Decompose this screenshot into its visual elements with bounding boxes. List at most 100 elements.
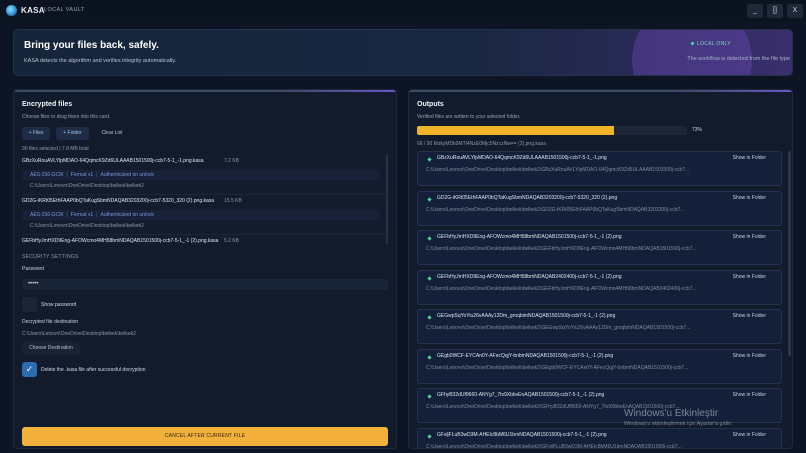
list-item[interactable]: GD2G-iKRt05EthFAAP0bQTaKugSbmNDAQAB32032… <box>417 190 782 226</box>
delete-after-checkbox[interactable]: ✓ <box>22 362 37 377</box>
destination-label: Decrypted file destination <box>22 319 79 325</box>
show-in-folder-button[interactable]: Show in Folder <box>733 234 766 240</box>
list-item[interactable]: GEFbHyJmHXD9Eng-AFOWcmo4MH58bmNDAQAB2402… <box>417 269 782 305</box>
output-file-path: C:\Users\Lenovo\OneDrive\Desktop\belkek\… <box>426 325 691 331</box>
file-size: 7.2 KB <box>224 158 240 164</box>
output-list[interactable]: GBzXuRouAVLYlpMDAO-64QqmcK9Zd6ULAAAB1501… <box>417 151 782 449</box>
encrypted-files-title: Encrypted files <box>22 101 73 108</box>
file-size: 15.5 KB <box>224 198 242 204</box>
list-item[interactable]: GEGwpSqYoYiu26vAAAy12Dm_groqbimNDAQAB150… <box>417 309 782 344</box>
hero-subtitle: KASA detects the algorithm and verifies … <box>24 58 177 64</box>
local-only-badge: LOCAL ONLY <box>691 41 731 47</box>
watermark-title: Windows'u Etkinleştir <box>624 408 719 419</box>
file-meta: AES-256-GCM | Format v1 | Authenticated on u… <box>22 170 380 180</box>
show-password-label: Show password <box>41 302 77 308</box>
list-item[interactable]: GEFbHyJmHXD9Eng-AFOWcmo4MH58bmNDAQAB1501… <box>417 230 782 265</box>
show-in-folder-button[interactable]: Show in Folder <box>733 432 766 438</box>
show-in-folder-button[interactable]: Show in Folder <box>733 155 766 161</box>
hero-glow <box>632 30 752 75</box>
security-settings-label: SECURITY SETTINGS <box>22 254 79 260</box>
output-file-path: C:\Users\Lenovo\OneDrive\Desktop\belkek\… <box>426 206 685 213</box>
close-button[interactable]: X <box>787 4 803 18</box>
add-files-button[interactable]: + Files <box>22 127 50 140</box>
success-dot-icon <box>427 157 432 162</box>
algorithm-label: AES-256-GCM <box>30 212 64 218</box>
output-file-path: C:\Users\Lenovo\OneDrive\Desktop\belkek\… <box>426 285 697 292</box>
list-item[interactable]: GBzXuRouAVLYlpMDAO-64QqmcK9Zd6ULAAAB1501… <box>417 151 782 186</box>
file-path: C:\Users\Lenovo\OneDrive\Desktop\belkek\… <box>30 223 144 229</box>
file-meta: AES-256-GCM | Format v1 | Authenticated on u… <box>22 210 380 220</box>
choose-destination-button[interactable]: Choose Destination <box>22 342 80 355</box>
show-in-folder-button[interactable]: Show in Folder <box>733 313 766 319</box>
success-dot-icon <box>427 394 432 399</box>
outputs-panel: Outputs Verified files are written to yo… <box>408 89 793 449</box>
file-size: 5.2 KB <box>224 238 240 244</box>
output-file-path: C:\Users\Lenovo\OneDrive\Desktop\belkek\… <box>426 167 690 173</box>
output-file-name: GEFbHyJmHXD9Eng-AFOWcmo4MH58bmNDAQAB2402… <box>437 273 622 280</box>
list-item[interactable]: GEFbHyJmHXD9Eng-AFOWcmo4MH58bmNDAQAB1501… <box>22 235 386 244</box>
output-file-path: C:\Users\Lenovo\OneDrive\Desktop\belkek\… <box>426 443 682 449</box>
minimize-button[interactable]: _ <box>747 4 763 18</box>
output-file-name: GEFbHyJmHXD9Eng-AFOWcmo4MH58bmNDAQAB1501… <box>437 234 622 240</box>
app-logo-icon <box>6 5 17 16</box>
show-in-folder-button[interactable]: Show in Folder <box>733 195 766 201</box>
show-password-checkbox[interactable] <box>22 297 37 312</box>
app-subtitle: LOCAL VAULT <box>44 7 85 13</box>
file-name: GBzXuRouAVLYlpMDAO-64QqmcK9Zd6ULAAAB1501… <box>22 158 204 164</box>
encrypted-file-list[interactable]: GBzXuRouAVLYlpMDAO-64QqmcK9Zd6ULAAAB1501… <box>22 155 388 244</box>
destination-path: C:\Users\Lenovo\OneDrive\Desktop\belkek\… <box>22 331 136 337</box>
success-dot-icon <box>427 275 432 281</box>
maximize-button[interactable]: [] <box>767 4 783 18</box>
list-item[interactable]: GEgb0WCF-EYCAn0Y-AFecQqjY-bnbmNDAQAB1501… <box>417 348 782 384</box>
add-folder-button[interactable]: + Folder <box>56 127 89 140</box>
success-dot-icon <box>427 433 432 439</box>
auth-status: Authenticated on unlock <box>100 212 154 218</box>
encrypted-files-subtitle: Choose files or drag them into this card… <box>22 114 111 120</box>
output-file-path: C:\Users\Lenovo\OneDrive\Desktop\belkek\… <box>426 364 689 371</box>
progress-current-file: 66 / 90 MzkyMDk0MTI4NzE0Mjc5NzczNw== (2)… <box>417 141 546 147</box>
password-label: Password <box>22 266 44 272</box>
output-file-name: GBzXuRouAVLYlpMDAO-64QqmcK9Zd6ULAAAB1501… <box>437 155 607 161</box>
list-item[interactable]: GFsljFLuB3wD3M-AHEIc8bM6U1bmNDAQAB150150… <box>417 427 782 449</box>
algorithm-label: AES-256-GCM <box>30 172 64 178</box>
encrypted-files-panel: Encrypted files Choose files or drag the… <box>13 89 397 449</box>
show-in-folder-button[interactable]: Show in Folder <box>733 274 766 280</box>
progress-percent: 73% <box>692 127 703 133</box>
progress-bar <box>417 126 687 135</box>
cancel-after-current-button[interactable]: CANCEL AFTER CURRENT FILE <box>22 427 388 446</box>
hero-banner: Bring your files back, safely. KASA dete… <box>13 29 793 76</box>
show-in-folder-button[interactable]: Show in Folder <box>733 392 766 398</box>
output-file-name: GEGwpSqYoYiu26vAAAy12Dm_groqbimNDAQAB150… <box>437 313 616 319</box>
output-file-name: GFhyB32dUf9660-ANYg7_7tx9XbbvEnAQAB15015… <box>437 392 605 398</box>
checkmark-icon: ✓ <box>25 364 34 374</box>
success-dot-icon <box>427 315 432 320</box>
status-dot-icon <box>691 42 694 46</box>
output-file-name: GEgb0WCF-EYCAn0Y-AFecQqjY-bnbmNDAQAB1501… <box>437 352 614 359</box>
hero-title: Bring your files back, safely. <box>24 40 159 51</box>
file-count-summary: 90 files selected | 7.8 MB total <box>22 146 89 152</box>
output-file-path: C:\Users\Lenovo\OneDrive\Desktop\belkek\… <box>426 246 697 252</box>
show-in-folder-button[interactable]: Show in Folder <box>733 353 766 359</box>
password-field[interactable]: ••••• <box>22 279 388 290</box>
output-file-name: GD2G-iKRt05EthFAAP0bQTaKugSbmNDAQAB32032… <box>437 194 618 201</box>
hero-note: The workflow is detected from the file t… <box>687 56 790 62</box>
file-name: GD2G-iKRt05EthFAAP0bQTaKugSbmNDAQAB32032… <box>22 198 215 204</box>
list-item[interactable]: GD2G-iKRt05EthFAAP0bQTaKugSbmNDAQAB32032… <box>22 195 386 235</box>
file-path: C:\Users\Lenovo\OneDrive\Desktop\belkek\… <box>30 183 144 189</box>
format-label: Format v1 <box>70 172 94 178</box>
panel-accent-line <box>409 90 792 92</box>
progress-fill <box>417 126 615 135</box>
local-only-label: LOCAL ONLY <box>697 41 731 47</box>
success-dot-icon <box>427 354 432 360</box>
panel-accent-line <box>14 90 396 92</box>
output-list-scrollbar[interactable] <box>788 151 791 356</box>
outputs-title: Outputs <box>417 101 444 108</box>
title-bar: KASA LOCAL VAULT _ [] X <box>0 0 806 22</box>
format-label: Format v1 <box>70 212 94 218</box>
watermark-subtitle: Windows'u etkinleştirmek için Ayarlar'a … <box>624 421 733 427</box>
outputs-subtitle: Verified files are written to your selec… <box>417 114 521 120</box>
delete-after-label: Delete the .kasa file after successful d… <box>41 367 146 373</box>
windows-activation-watermark: Windows'u Etkinleştir Windows'u etkinleş… <box>624 408 733 427</box>
clear-list-button[interactable]: Clear List <box>95 127 129 140</box>
list-item[interactable]: GBzXuRouAVLYlpMDAO-64QqmcK9Zd6ULAAAB1501… <box>22 155 386 195</box>
